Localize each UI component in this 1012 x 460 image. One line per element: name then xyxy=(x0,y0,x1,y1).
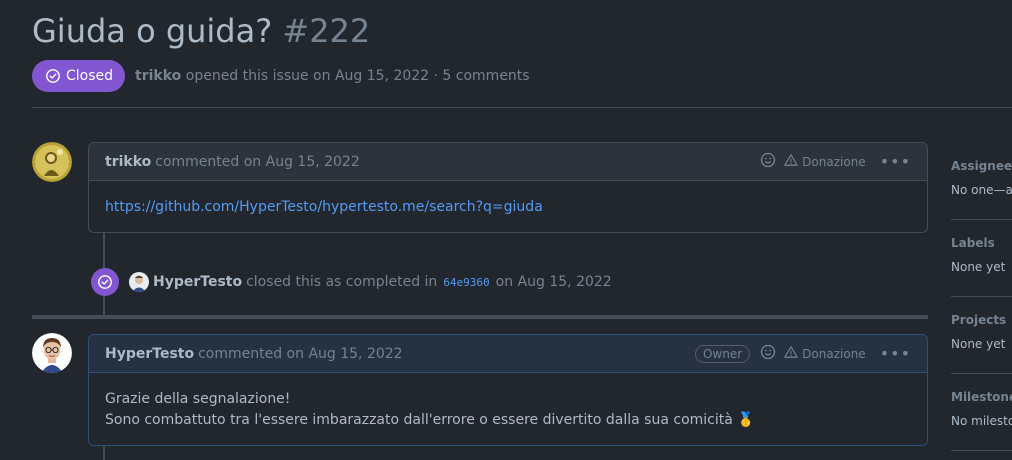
header-divider xyxy=(32,107,1012,108)
closed-event: HyperTesto closed this as completed in 6… xyxy=(91,268,612,296)
meta-text: trikko opened this issue on Aug 15, 2022… xyxy=(135,68,530,84)
smiley-icon[interactable] xyxy=(760,344,776,363)
event-actor[interactable]: HyperTesto xyxy=(153,274,242,290)
comment-author[interactable]: trikko xyxy=(105,154,151,170)
sidebar-projects: Projects None yet xyxy=(951,297,1012,374)
donation-label[interactable]: Donazione xyxy=(802,155,866,169)
state-label: Closed xyxy=(66,68,114,84)
issue-title: Giuda o guida? #222 xyxy=(32,12,370,50)
issue-meta-detail: opened this issue on Aug 15, 2022 · 5 co… xyxy=(185,68,530,84)
comment-header: HyperTesto commented on Aug 15, 2022 Own… xyxy=(89,335,927,373)
sidebar-value: None yet xyxy=(951,337,1006,351)
check-circle-icon xyxy=(45,68,61,84)
issue-number: #222 xyxy=(282,12,371,50)
comment-body: Grazie della segnalazione! Sono combattu… xyxy=(89,373,927,447)
sidebar-value: No milestone xyxy=(951,414,1012,428)
issue-author-link[interactable]: trikko xyxy=(135,68,181,84)
sidebar-assignees: Assignees No one—assign yourself xyxy=(951,143,1012,220)
comment-line: Sono combattuto tra l'essere imbarazzato… xyxy=(105,412,755,428)
comment-trikko: trikko commented on Aug 15, 2022 Donazio… xyxy=(88,142,928,233)
sidebar-label[interactable]: Milestone xyxy=(951,390,1012,404)
sidebar-milestone: Milestone No milestone xyxy=(951,374,1012,451)
sidebar-labels: Labels None yet xyxy=(951,220,1012,297)
event-commit[interactable]: 64e9360 xyxy=(443,276,489,289)
comment-author[interactable]: HyperTesto xyxy=(105,346,194,362)
event-text: closed this as completed in xyxy=(246,274,438,290)
comment-body: https://github.com/HyperTesto/hypertesto… xyxy=(89,181,927,234)
alert-icon xyxy=(784,345,798,362)
event-date[interactable]: on Aug 15, 2022 xyxy=(496,274,612,290)
comment-actions: Donazione ••• xyxy=(760,152,911,171)
donation-label[interactable]: Donazione xyxy=(802,347,866,361)
alert-icon xyxy=(784,153,798,170)
sidebar-value: No one—assign yourself xyxy=(951,183,1012,197)
sidebar-label[interactable]: Assignees xyxy=(951,159,1012,173)
issue-sidebar: Assignees No one—assign yourself Labels … xyxy=(951,143,1012,451)
kebab-icon[interactable]: ••• xyxy=(880,344,911,363)
comment-link[interactable]: https://github.com/HyperTesto/hypertesto… xyxy=(105,199,543,215)
timeline-divider xyxy=(32,315,928,319)
sidebar-label[interactable]: Labels xyxy=(951,236,1012,250)
comment-timestamp[interactable]: commented on Aug 15, 2022 xyxy=(155,154,359,170)
sidebar-value: None yet xyxy=(951,260,1006,274)
comment-hypertesto: HyperTesto commented on Aug 15, 2022 Own… xyxy=(88,334,928,446)
state-badge: Closed xyxy=(32,60,126,92)
smiley-icon[interactable] xyxy=(760,152,776,171)
check-circle-icon xyxy=(91,268,119,296)
timeline-line xyxy=(103,445,105,460)
kebab-icon[interactable]: ••• xyxy=(880,152,911,171)
avatar-hypertesto-small[interactable] xyxy=(129,272,149,292)
issue-title-text: Giuda o guida? xyxy=(32,12,273,50)
comment-line: Grazie della segnalazione! xyxy=(105,391,291,407)
comment-actions: Donazione ••• xyxy=(760,344,911,363)
avatar-hypertesto[interactable] xyxy=(32,333,72,373)
issue-meta: Closed trikko opened this issue on Aug 1… xyxy=(32,60,530,92)
owner-badge: Owner xyxy=(694,344,751,363)
sidebar-label[interactable]: Projects xyxy=(951,313,1012,327)
avatar-trikko[interactable] xyxy=(32,142,72,182)
comment-timestamp[interactable]: commented on Aug 15, 2022 xyxy=(198,346,402,362)
comment-header: trikko commented on Aug 15, 2022 Donazio… xyxy=(89,143,927,181)
